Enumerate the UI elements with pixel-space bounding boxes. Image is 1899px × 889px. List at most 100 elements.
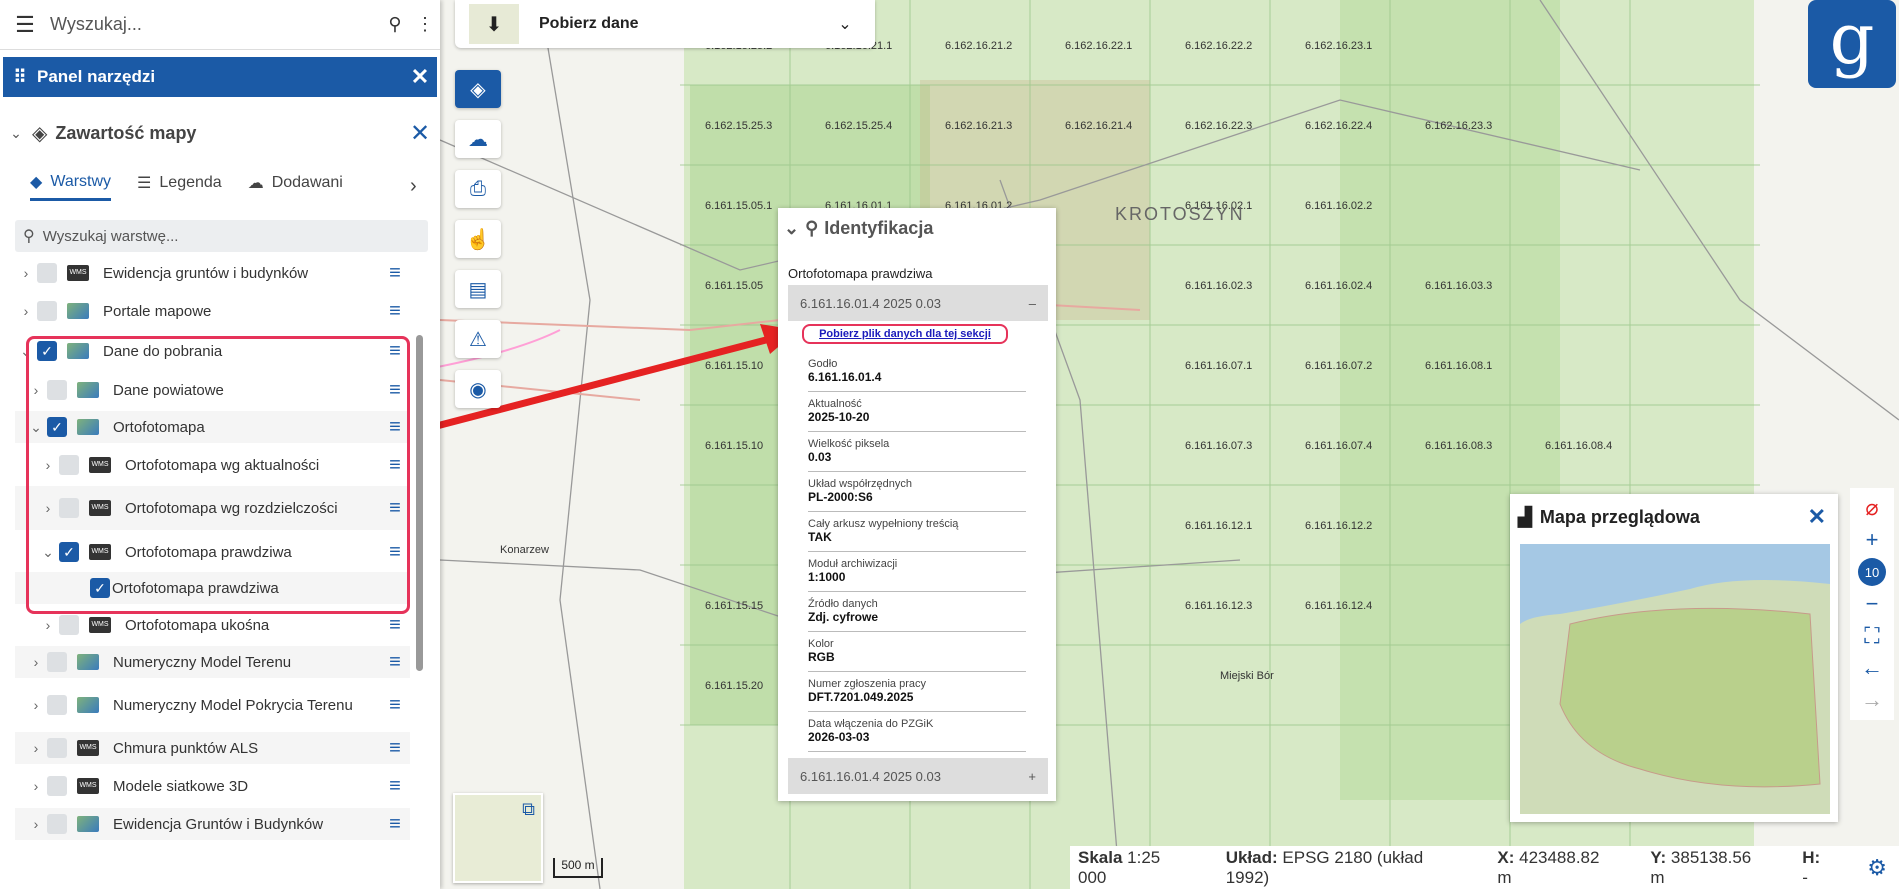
layer-row[interactable]: › WMS Ortofotomapa ukośna ≡ (15, 610, 410, 640)
touch-button[interactable]: ☝ (455, 220, 501, 258)
search-icon[interactable]: ⚲ (380, 14, 410, 35)
sheet-row[interactable]: 6.161.16.01.4 2025 0.03 + (788, 758, 1048, 794)
map-tools: ◈ ☁ ⎙ ☝ ▤ ⚠ ◉ (455, 70, 501, 408)
tile-label: 6.161.16.12.2 (1305, 520, 1373, 532)
side-panel: ☰ Wyszukaj... ⚲ ⋮ ⠿ Panel narzędzi ✕ ⌄ ◈… (0, 0, 440, 889)
forward-arrow-icon[interactable]: → (1861, 686, 1883, 714)
layer-menu-icon[interactable]: ≡ (380, 300, 410, 323)
fullscreen-icon[interactable]: ⛶ (1864, 622, 1879, 650)
tile-label: 6.162.16.21.2 (945, 40, 1013, 52)
layer-row[interactable]: › WMS Chmura punktów ALS ≡ (15, 732, 410, 764)
download-icon: ⬇ (469, 4, 519, 44)
layer-checkbox[interactable] (47, 776, 67, 796)
tile-label: 6.162.16.23.1 (1305, 40, 1373, 52)
mini-map[interactable]: ⧉ (453, 793, 543, 883)
layer-checkbox[interactable] (47, 738, 67, 758)
cloud-button[interactable]: ☁ (455, 120, 501, 158)
cloud-add-icon: ☁ (247, 175, 264, 192)
tab-add[interactable]: ☁ Dodawani (248, 173, 343, 199)
chevron-down-icon[interactable]: ⌄ (784, 218, 799, 239)
locate-off-icon[interactable]: ⌀ (1865, 494, 1878, 522)
download-file-link[interactable]: Pobierz plik danych dla tej sekcji (802, 324, 1008, 344)
chevron-right-icon[interactable]: › (410, 175, 417, 198)
sheet-row[interactable]: 6.161.16.01.4 2025 0.03– (788, 285, 1048, 321)
open-external-icon[interactable]: ⧉ (522, 799, 535, 820)
scrollbar[interactable] (414, 265, 424, 870)
layer-row[interactable]: › WMS Ewidencja gruntów i budynków ≡ (15, 258, 410, 288)
clipboard-button[interactable]: ▤ (455, 270, 501, 308)
field: Kolor RGB (808, 632, 1026, 672)
tab-bar: ◆ Warstwy ☰ Legenda ☁ Dodawani › (30, 168, 417, 204)
identify-panel: ⌄ ⚲ Identyfikacja Ortofotomapa prawdziwa… (778, 208, 1056, 801)
layer-checkbox[interactable] (37, 301, 57, 321)
collapse-icon[interactable]: – (1029, 296, 1036, 311)
scale-bar: 500 m (553, 858, 603, 878)
tab-layers[interactable]: ◆ Warstwy (30, 172, 112, 201)
tile-label: 6.161.15.05.1 (705, 200, 773, 212)
field: Numer zgłoszenia pracy DFT.7201.049.2025 (808, 672, 1026, 712)
layers-icon: ◆ (30, 173, 43, 191)
more-vert-icon[interactable]: ⋮ (410, 14, 440, 35)
alert-button[interactable]: ⚠ (455, 320, 501, 358)
overview-map[interactable] (1520, 544, 1830, 814)
chevron-down-icon[interactable]: ⌄ (815, 14, 875, 34)
close-map-content-button[interactable]: ✕ (400, 119, 440, 148)
field: Układ współrzędnych PL-2000:S6 (808, 472, 1026, 512)
tools-panel-header: ⠿ Panel narzędzi ✕ (3, 57, 437, 97)
layer-menu-icon[interactable]: ≡ (380, 614, 410, 637)
back-arrow-icon[interactable]: ← (1861, 654, 1883, 682)
layer-checkbox[interactable] (47, 652, 67, 672)
identify-header: ⌄ ⚲ Identyfikacja (778, 208, 1056, 248)
tile-label: 6.162.15.25.4 (825, 120, 893, 132)
gear-icon[interactable]: ⚙ (1867, 855, 1887, 881)
expand-icon[interactable]: + (1028, 769, 1036, 784)
tile-label: 6.162.16.21.3 (945, 120, 1013, 132)
layer-checkbox[interactable] (47, 695, 67, 715)
layer-row[interactable]: › Numeryczny Model Terenu ≡ (15, 646, 410, 678)
field: Wielkość piksela 0.03 (808, 432, 1026, 472)
tile-label: 6.161.16.03.3 (1425, 280, 1493, 292)
place-label: Miejski Bór (1220, 670, 1274, 682)
layer-row[interactable]: › Numeryczny Model Pokrycia Terenu ≡ (15, 683, 410, 727)
camera-button[interactable]: ◉ (455, 370, 501, 408)
tile-label: 6.161.16.07.1 (1185, 360, 1253, 372)
geoportal-logo[interactable]: g (1808, 0, 1896, 88)
layers-button[interactable]: ◈ (455, 70, 501, 108)
zoom-in-button[interactable]: + (1866, 526, 1879, 554)
layer-menu-icon[interactable]: ≡ (380, 813, 410, 836)
zoom-out-button[interactable]: − (1866, 590, 1879, 618)
scrollbar-thumb[interactable] (416, 335, 423, 671)
layer-row[interactable]: › Ewidencja Gruntów i Budynków ≡ (15, 808, 410, 840)
print-button[interactable]: ⎙ (455, 170, 501, 208)
layer-row[interactable]: › Portale mapowe ≡ (15, 296, 410, 326)
layer-checkbox[interactable] (59, 615, 79, 635)
zoom-control: ⌀ + 10 − ⛶ ← → (1850, 488, 1894, 720)
tile-label: 6.161.16.02.4 (1305, 280, 1373, 292)
download-dropdown[interactable]: ⬇ Pobierz dane ⌄ (455, 0, 875, 48)
layer-menu-icon[interactable]: ≡ (380, 651, 410, 674)
layer-checkbox[interactable] (47, 814, 67, 834)
place-label: Konarzew (500, 544, 549, 556)
layer-menu-icon[interactable]: ≡ (380, 737, 410, 760)
tile-label: 6.162.16.23.3 (1425, 120, 1493, 132)
layer-menu-icon[interactable]: ≡ (380, 775, 410, 798)
close-tools-panel-button[interactable]: ✕ (403, 64, 437, 90)
layers-icon: ◈ (32, 122, 48, 145)
chevron-down-icon[interactable]: ⌄ (0, 125, 32, 142)
tile-label: 6.162.16.21.4 (1065, 120, 1133, 132)
layer-checkbox[interactable] (37, 263, 57, 283)
tile-label: 6.161.16.07.3 (1185, 440, 1253, 452)
menu-icon[interactable]: ☰ (0, 12, 50, 38)
search-input[interactable]: Wyszukaj... (50, 14, 380, 35)
layer-menu-icon[interactable]: ≡ (380, 694, 410, 717)
layer-row[interactable]: › WMS Modele siatkowe 3D ≡ (15, 770, 410, 802)
map-icon: ▟ (1518, 506, 1532, 527)
x-readout: X: 423488.82 m (1497, 847, 1600, 887)
close-overview-button[interactable]: ✕ (1808, 504, 1826, 530)
city-label: KROTOSZYN (1115, 204, 1245, 224)
tile-label: 6.161.16.02.2 (1305, 200, 1373, 212)
tile-label: 6.161.16.08.1 (1425, 360, 1493, 372)
layer-menu-icon[interactable]: ≡ (380, 262, 410, 285)
tab-legend[interactable]: ☰ Legenda (137, 173, 222, 199)
layer-search-input[interactable]: ⚲ Wyszukaj warstwę... (15, 220, 428, 252)
